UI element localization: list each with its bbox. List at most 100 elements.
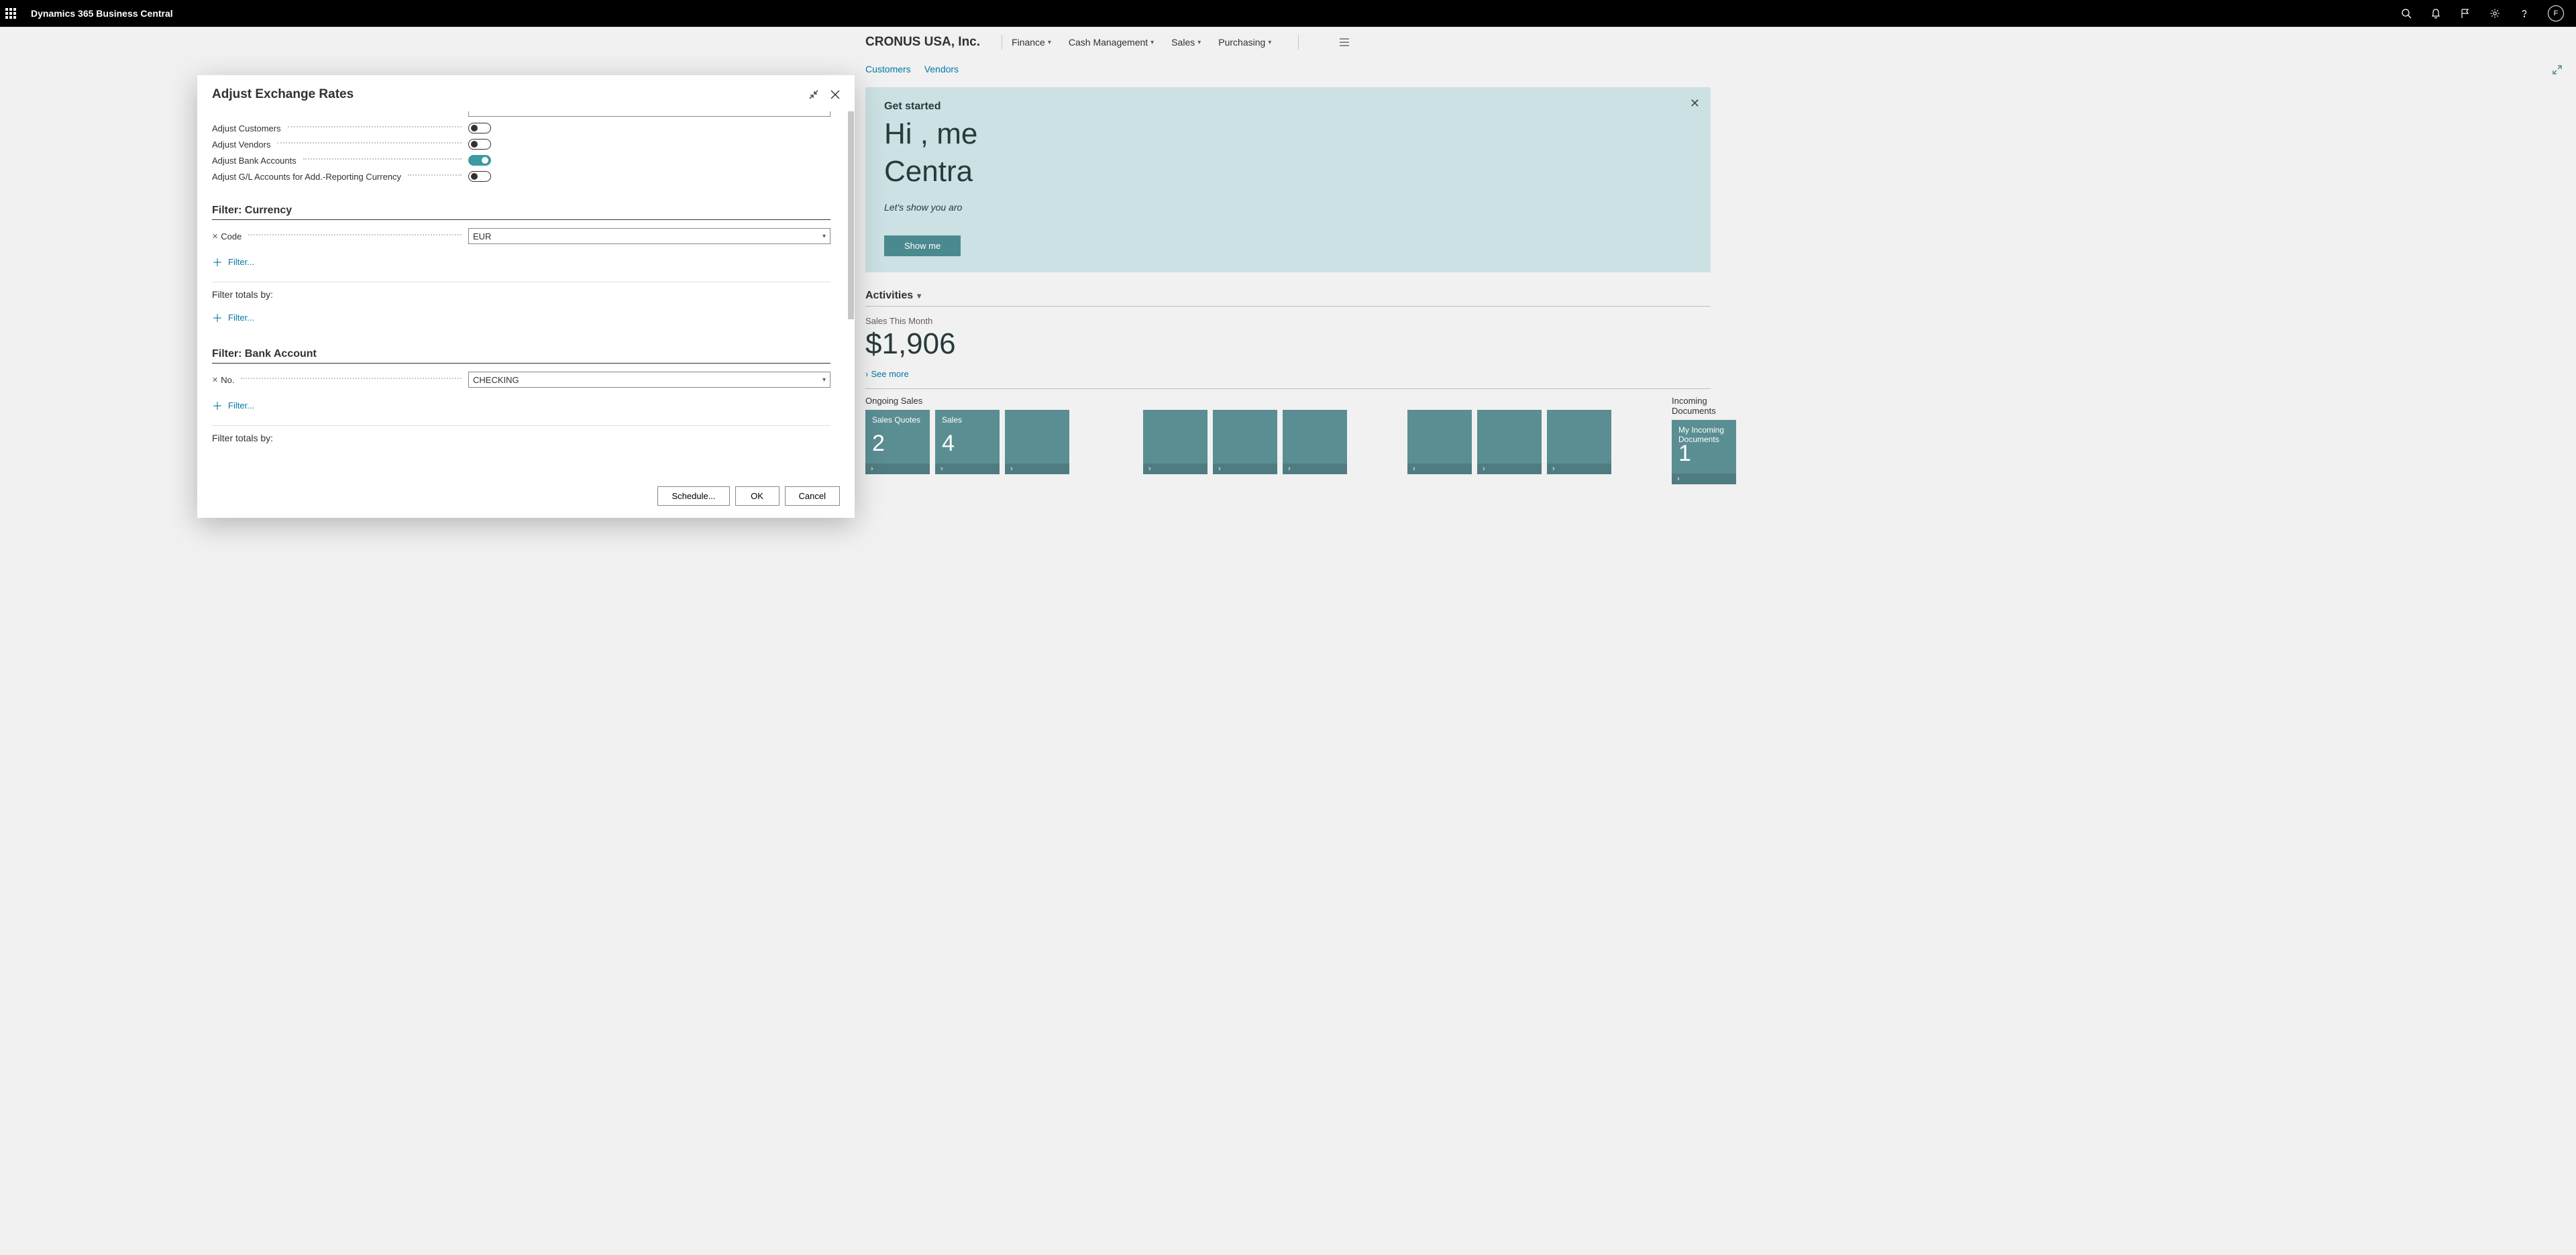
nav-finance-label: Finance	[1012, 37, 1045, 48]
tile-placeholder[interactable]: ›	[1213, 410, 1277, 474]
remove-filter-icon[interactable]: ✕	[212, 376, 218, 384]
group-title-blank	[1407, 396, 1611, 406]
collapse-icon[interactable]	[809, 90, 818, 99]
close-icon[interactable]	[830, 90, 840, 99]
adjust-bank-accounts-toggle[interactable]	[468, 155, 491, 166]
bank-no-combo[interactable]: CHECKING ▾	[468, 372, 830, 388]
page: CRONUS USA, Inc. Finance▾ Cash Managemen…	[0, 27, 2576, 1255]
dialog-footer: Schedule... OK Cancel	[197, 477, 855, 518]
incoming-documents-group: Incoming Documents My Incoming Documents…	[1672, 396, 1736, 484]
nav-finance[interactable]: Finance▾	[1012, 37, 1051, 48]
tile-placeholder[interactable]: ›	[1005, 410, 1069, 474]
chevron-right-icon: ›	[1010, 465, 1013, 473]
adjust-customers-toggle[interactable]	[468, 123, 491, 133]
adjust-gl-accounts-label: Adjust G/L Accounts for Add.-Reporting C…	[212, 172, 401, 182]
secondary-nav: Customers Vendors	[865, 58, 1711, 80]
topbar: Dynamics 365 Business Central F	[0, 0, 2576, 27]
mid-group-2: › › ›	[1407, 396, 1611, 484]
bell-icon[interactable]	[2430, 7, 2442, 19]
metric-label: Sales This Month	[865, 316, 1711, 326]
hero-subtext: Let's show you aro	[884, 202, 1692, 213]
schedule-button[interactable]: Schedule...	[657, 486, 729, 506]
tile-my-incoming-documents[interactable]: My Incoming Documents 1 ›	[1672, 420, 1736, 484]
avatar[interactable]: F	[2548, 5, 2564, 21]
nav-sales[interactable]: Sales▾	[1171, 37, 1201, 48]
more-menu-icon[interactable]	[1339, 38, 1350, 46]
bank-no-value: CHECKING	[473, 375, 519, 385]
cancel-button[interactable]: Cancel	[785, 486, 840, 506]
adjust-gl-accounts-toggle[interactable]	[468, 171, 491, 182]
tile-placeholder[interactable]: ›	[1477, 410, 1542, 474]
chevron-down-icon: ▾	[822, 233, 826, 240]
mid-group-1: › › ›	[1143, 396, 1347, 484]
group-title-blank	[1143, 396, 1347, 406]
tile-placeholder[interactable]: ›	[1143, 410, 1208, 474]
gear-icon[interactable]	[2489, 7, 2501, 19]
chevron-right-icon: ›	[941, 465, 943, 473]
tile-title: Sales Quotes	[872, 415, 923, 425]
adjust-vendors-label: Adjust Vendors	[212, 140, 270, 150]
tile-number: 2	[872, 431, 885, 457]
nav-cash-management[interactable]: Cash Management▾	[1069, 37, 1154, 48]
plus-icon: ＋	[212, 309, 223, 325]
divider	[1298, 35, 1299, 50]
dialog-body[interactable]: x Adjust Customers Adjust Vendors Adjust…	[197, 111, 855, 477]
ok-button[interactable]: OK	[735, 486, 780, 506]
help-icon[interactable]	[2518, 7, 2530, 19]
hero-get-started: Get started	[884, 101, 1692, 113]
chevron-down-icon: ▾	[1268, 39, 1271, 46]
add-filter-currency[interactable]: ＋ Filter...	[212, 254, 830, 270]
hero-card: ✕ Get started Hi , me Centra Let's show …	[865, 87, 1711, 272]
tile-sales[interactable]: Sales 4 ›	[935, 410, 1000, 474]
secnav-customers[interactable]: Customers	[865, 64, 911, 74]
see-more-link[interactable]: › See more	[865, 369, 1711, 389]
dotted-leader	[408, 174, 462, 176]
dotted-leader	[248, 234, 462, 235]
adjust-exchange-rates-dialog: Adjust Exchange Rates x Adjust Customer	[197, 75, 855, 518]
chevron-right-icon: ›	[1483, 465, 1485, 473]
secnav-vendors[interactable]: Vendors	[924, 64, 959, 74]
close-icon[interactable]: ✕	[1690, 97, 1700, 111]
remove-filter-icon[interactable]: ✕	[212, 232, 218, 241]
chevron-down-icon: ▾	[1197, 39, 1201, 46]
dotted-leader	[241, 378, 462, 379]
add-filter-bank[interactable]: ＋ Filter...	[212, 397, 830, 413]
chevron-right-icon: ›	[865, 369, 868, 379]
currency-code-value: EUR	[473, 231, 491, 241]
add-filter-currency-totals[interactable]: ＋ Filter...	[212, 309, 830, 325]
see-more-label: See more	[871, 369, 908, 379]
add-filter-label: Filter...	[228, 257, 254, 267]
tile-number: 1	[1678, 441, 1691, 467]
adjust-vendors-toggle[interactable]	[468, 139, 491, 150]
filter-totals-bank: Filter totals by:	[212, 425, 830, 443]
adjust-customers-label: Adjust Customers	[212, 123, 281, 133]
expand-icon[interactable]	[2552, 64, 2563, 75]
chevron-right-icon: ›	[1552, 465, 1555, 473]
plus-icon: ＋	[212, 397, 223, 413]
ongoing-sales-title: Ongoing Sales	[865, 396, 1069, 406]
nav-purchasing[interactable]: Purchasing▾	[1218, 37, 1271, 48]
dialog-title: Adjust Exchange Rates	[212, 87, 354, 102]
plus-icon: ＋	[212, 254, 223, 270]
hero-headline-2: Centra	[884, 156, 1692, 188]
dotted-leader	[303, 158, 462, 160]
tile-sales-quotes[interactable]: Sales Quotes 2 ›	[865, 410, 930, 474]
flag-icon[interactable]	[2459, 7, 2471, 19]
app-launcher-icon[interactable]	[5, 8, 16, 19]
currency-code-combo[interactable]: EUR ▾	[468, 228, 830, 244]
tile-placeholder[interactable]: ›	[1407, 410, 1472, 474]
incoming-documents-title: Incoming Documents	[1672, 396, 1736, 416]
avatar-initial: F	[2554, 9, 2559, 17]
company-name[interactable]: CRONUS USA, Inc.	[865, 35, 992, 50]
tile-placeholder[interactable]: ›	[1283, 410, 1347, 474]
activities-header[interactable]: Activities ▾	[865, 290, 1711, 307]
chevron-right-icon: ›	[1218, 465, 1221, 473]
search-icon[interactable]	[2400, 7, 2412, 19]
tile-placeholder[interactable]: ›	[1547, 410, 1611, 474]
chevron-down-icon: ▾	[822, 376, 826, 384]
document-no-input[interactable]	[468, 111, 830, 117]
show-me-button[interactable]: Show me	[884, 235, 961, 256]
dotted-leader	[277, 142, 462, 144]
code-label: Code	[221, 231, 241, 241]
scrollbar[interactable]	[848, 111, 854, 319]
